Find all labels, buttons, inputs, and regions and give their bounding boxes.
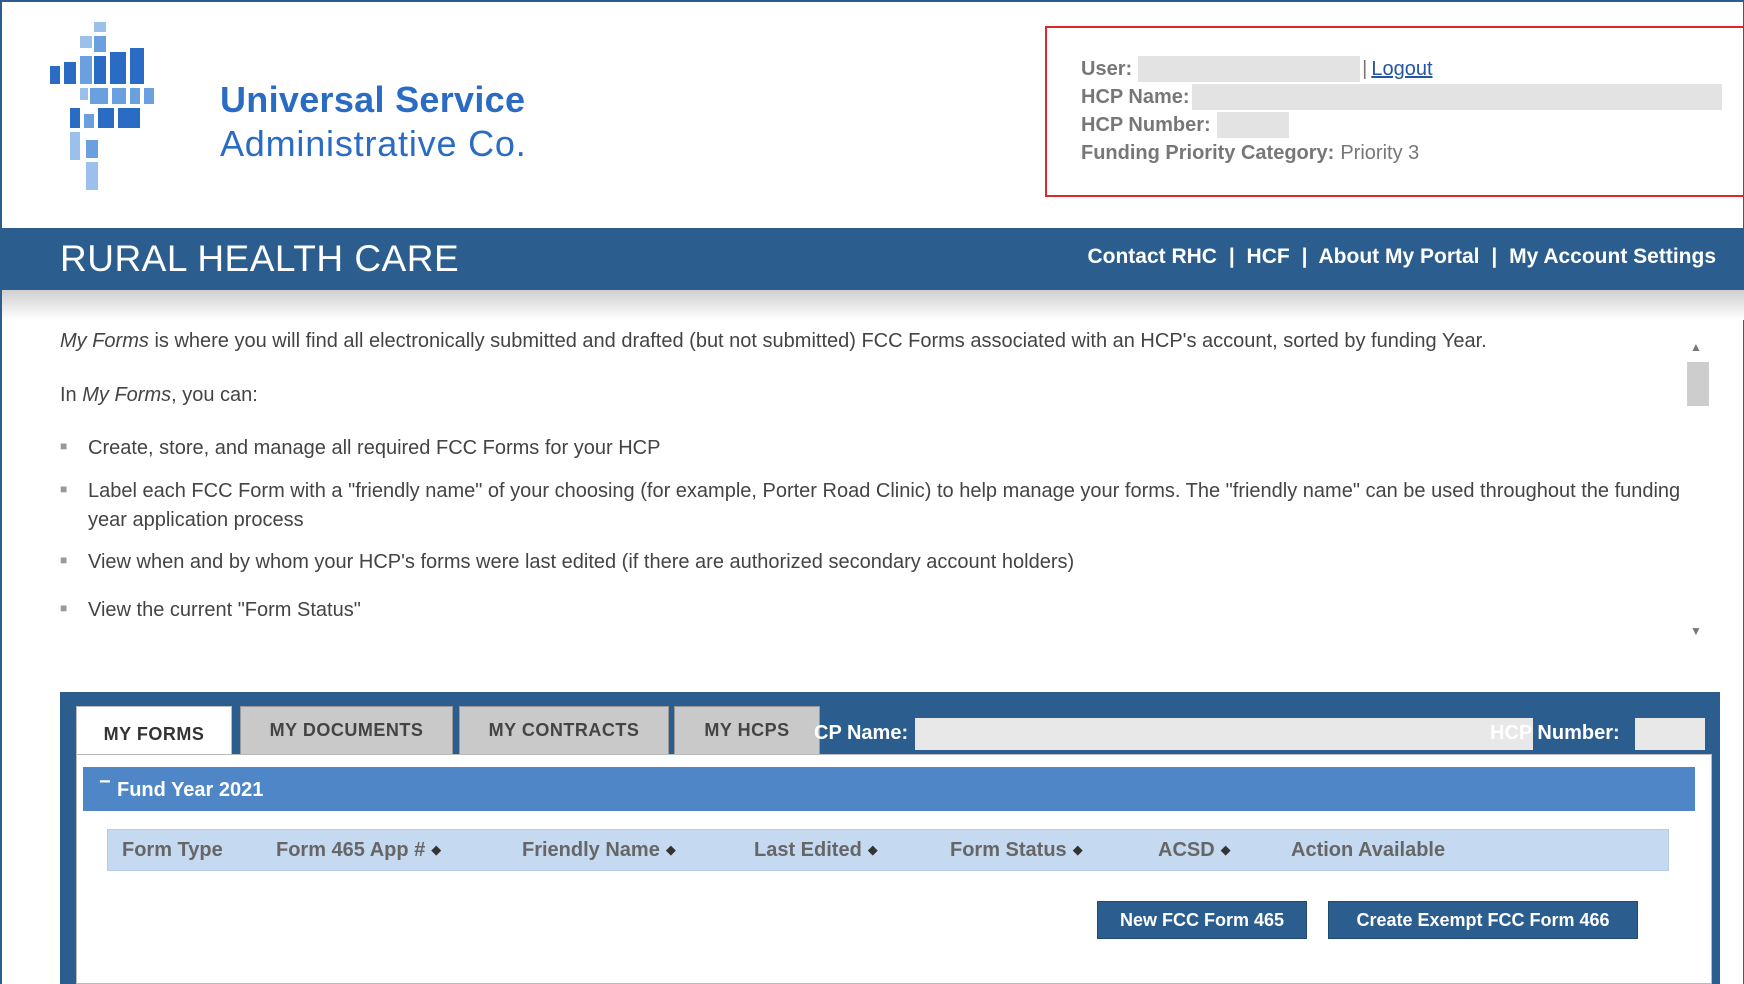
logout-link[interactable]: Logout	[1371, 55, 1432, 83]
section-title: RURAL HEALTH CARE	[60, 238, 460, 279]
panel-hcp-number-label: HCP Number:	[1490, 722, 1620, 744]
logo-line2: Administrative Co.	[220, 123, 527, 164]
intro-text-area[interactable]: My Forms is where you will find all elec…	[60, 330, 1680, 648]
sort-icon[interactable]: ◆	[666, 842, 676, 857]
bullet-icon: ■	[60, 553, 68, 567]
usac-logo-mark-icon	[50, 22, 154, 190]
fund-year-header[interactable]: − Fund Year 2021	[83, 767, 1695, 811]
tab-my-hcps[interactable]: MY HCPS	[674, 706, 820, 754]
priority-value: Priority 3	[1340, 142, 1420, 164]
hcp-name-redacted	[1191, 84, 1722, 110]
column-header-action-available: Action Available	[1291, 839, 1446, 861]
sort-icon[interactable]: ◆	[1221, 842, 1231, 857]
hcp-number-redacted	[1216, 112, 1289, 138]
sort-icon[interactable]: ◆	[868, 842, 878, 857]
panel-hcp-number-redacted	[1635, 718, 1705, 750]
column-header-last-edited[interactable]: Last Edited ◆	[754, 839, 878, 862]
new-fcc-form-465-button[interactable]: New FCC Form 465	[1097, 901, 1307, 939]
sort-icon[interactable]: ◆	[1073, 842, 1083, 857]
logo-line1: Universal Service	[220, 79, 526, 120]
tab-my-documents[interactable]: MY DOCUMENTS	[240, 706, 453, 754]
bullet-icon: ■	[60, 439, 68, 453]
column-header-form-type: Form Type	[122, 839, 223, 861]
user-label: User:	[1081, 58, 1133, 80]
fund-year-title: Fund Year 2021	[117, 779, 264, 801]
column-header-form-status[interactable]: Form Status ◆	[950, 839, 1083, 862]
panel-hcp-name-label: CP Name:	[814, 722, 909, 744]
logout-separator: |	[1362, 58, 1368, 80]
nav-separator: |	[1491, 245, 1498, 268]
forms-panel: MY FORMS MY DOCUMENTS MY CONTRACTS MY HC…	[60, 692, 1720, 984]
intro-bullet: ■ View when and by whom your HCP's forms…	[60, 548, 1688, 577]
intro-scrollbar[interactable]: ▲ ▼	[1685, 334, 1709, 642]
hcp-number-label: HCP Number:	[1081, 114, 1211, 136]
bullet-icon: ■	[60, 601, 68, 615]
intro-paragraph-2: In My Forms, you can:	[60, 384, 258, 406]
user-value-redacted	[1138, 56, 1361, 82]
column-header-form-465-app[interactable]: Form 465 App # ◆	[276, 839, 441, 862]
column-header-acsd[interactable]: ACSD ◆	[1158, 839, 1231, 862]
column-header-friendly-name[interactable]: Friendly Name ◆	[522, 839, 676, 862]
usac-logo[interactable]: Universal Service Administrative Co.	[50, 22, 550, 192]
intro-bullet: ■ Label each FCC Form with a "friendly n…	[60, 477, 1688, 535]
navbar-shadow	[2, 290, 1744, 320]
tab-my-contracts[interactable]: MY CONTRACTS	[459, 706, 669, 754]
intro-bullet: ■ View the current "Form Status"	[60, 596, 1688, 625]
bullet-icon: ■	[60, 482, 68, 496]
user-info-box: User: | Logout HCP Name: HCP Number: Fun…	[1045, 26, 1744, 197]
panel-hcp-name-redacted	[915, 718, 1533, 750]
nav-separator: |	[1301, 245, 1308, 268]
nav-link-about-my-portal[interactable]: About My Portal	[1319, 245, 1480, 268]
nav-link-contact-rhc[interactable]: Contact RHC	[1087, 245, 1217, 268]
nav-link-hcf[interactable]: HCF	[1247, 245, 1290, 268]
scroll-up-arrow-icon[interactable]: ▲	[1685, 340, 1707, 358]
nav-separator: |	[1228, 245, 1235, 268]
nav-links: Contact RHC | HCF | About My Portal | My…	[1087, 245, 1716, 269]
intro-paragraph-1: My Forms is where you will find all elec…	[60, 330, 1487, 352]
collapse-icon[interactable]: −	[99, 771, 111, 794]
create-exempt-fcc-form-466-button[interactable]: Create Exempt FCC Form 466	[1328, 901, 1638, 939]
forms-panel-body: − Fund Year 2021 Form Type Form 465 App …	[76, 754, 1712, 984]
forms-table-header: Form Type Form 465 App # ◆ Friendly Name ◆…	[107, 829, 1669, 871]
priority-label: Funding Priority Category:	[1081, 142, 1335, 164]
main-navbar: RURAL HEALTH CARE Contact RHC | HCF | Ab…	[2, 228, 1744, 290]
intro-bullet: ■ Create, store, and manage all required…	[60, 434, 1688, 463]
sort-icon[interactable]: ◆	[431, 842, 441, 857]
hcp-name-label: HCP Name:	[1081, 86, 1190, 108]
nav-link-my-account-settings[interactable]: My Account Settings	[1509, 245, 1716, 268]
scroll-thumb[interactable]	[1687, 362, 1709, 406]
scroll-down-arrow-icon[interactable]: ▼	[1685, 624, 1707, 642]
